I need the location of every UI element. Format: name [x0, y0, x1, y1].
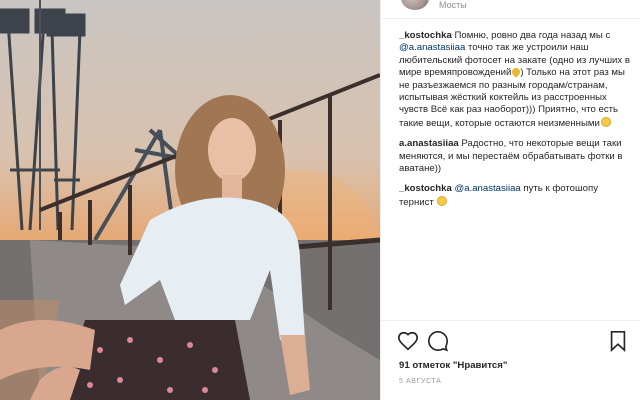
- comment: a.anastasiiaa Радостно, что некоторые ве…: [399, 138, 631, 175]
- comment-username[interactable]: _kostochka: [399, 183, 452, 194]
- comment-mention[interactable]: @a.anastasiiaa: [399, 42, 465, 53]
- heart-icon[interactable]: [397, 330, 419, 352]
- post-location[interactable]: Мосты: [439, 0, 467, 10]
- post-date[interactable]: 5 АВГУСТА: [399, 378, 441, 385]
- author-avatar[interactable]: [401, 0, 429, 10]
- smile-emoji-icon: [600, 116, 611, 127]
- post-side-panel: Мосты _kostochka Помню, ровно два года н…: [380, 0, 640, 400]
- post-photo[interactable]: [0, 0, 380, 400]
- comment: _kostochka Помню, ровно два года назад м…: [399, 30, 631, 130]
- smile-emoji-icon: [437, 195, 448, 206]
- comment-username[interactable]: a.anastasiiaa: [399, 138, 459, 149]
- action-bar: [397, 330, 627, 352]
- comment: _kostochka @a.anastasiiaa путь к фотошоп…: [399, 183, 631, 209]
- comment-icon[interactable]: [427, 330, 449, 352]
- comments-list: _kostochka Помню, ровно два года назад м…: [399, 30, 631, 217]
- comment-text: Помню, ровно два года назад мы с: [451, 30, 611, 41]
- likes-count[interactable]: 91 отметок "Нравится": [399, 360, 507, 371]
- comment-username[interactable]: _kostochka: [399, 30, 452, 41]
- actions-divider: [381, 320, 640, 321]
- header-divider: [381, 18, 640, 19]
- comment-mention[interactable]: @a.anastasiiaa: [454, 183, 520, 194]
- post-header: Мосты: [381, 0, 640, 18]
- bookmark-icon[interactable]: [607, 330, 629, 352]
- sunset-bridge-photo: [0, 0, 380, 400]
